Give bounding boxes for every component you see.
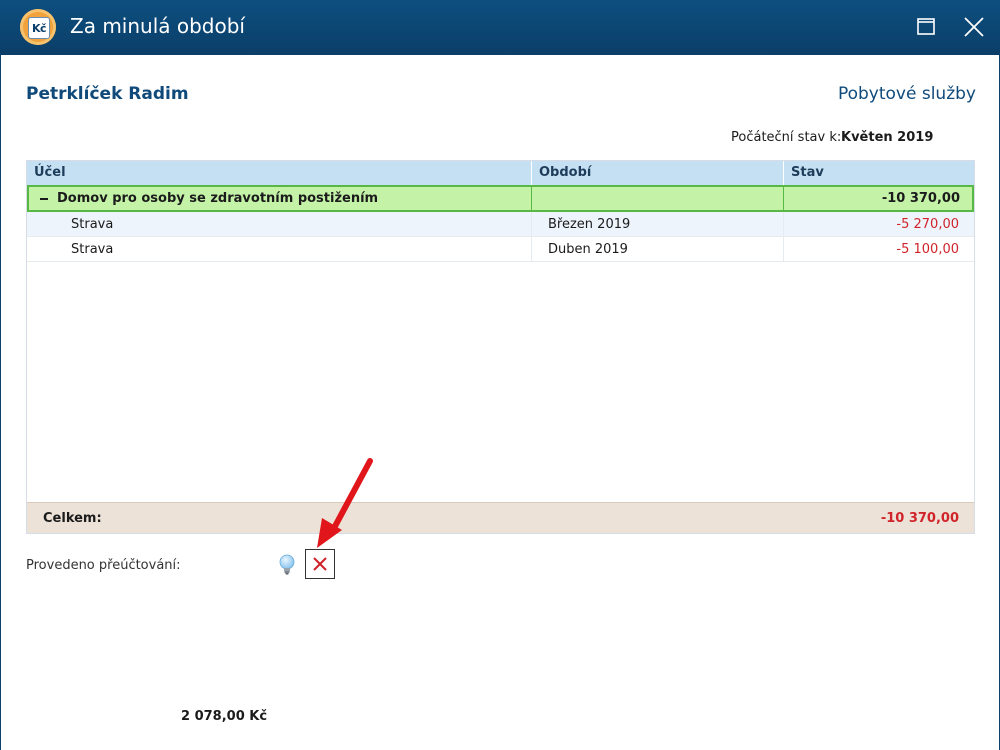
grid-footer: Celkem: -10 370,00 (27, 502, 974, 533)
rebilling-label: Provedeno přeúčtování: (26, 558, 181, 573)
window-border-left (0, 55, 1, 750)
row-period: Duben 2019 (548, 242, 628, 257)
cell-divider (783, 237, 784, 261)
table-row[interactable]: Strava Březen 2019 -5 270,00 (27, 212, 974, 237)
cell-divider (783, 187, 784, 210)
maximize-button[interactable] (912, 12, 942, 42)
rebilling-status-button[interactable] (305, 549, 335, 579)
table-row[interactable]: Strava Duben 2019 -5 100,00 (27, 237, 974, 262)
close-button[interactable] (959, 12, 989, 42)
initial-state-value: Květen 2019 (841, 130, 934, 145)
close-icon (964, 17, 984, 37)
column-header-state[interactable]: Stav (791, 161, 824, 185)
cell-divider (531, 212, 532, 236)
maximize-icon (917, 18, 935, 35)
window-title: Za minulá období (70, 14, 245, 38)
footer-total-value: -10 370,00 (880, 511, 959, 526)
row-state: -5 270,00 (896, 217, 959, 232)
row-purpose: Strava (71, 242, 114, 257)
cell-divider (531, 187, 532, 210)
group-label: Domov pro osoby se zdravotním postižením (57, 191, 379, 206)
lightbulb-icon (278, 554, 296, 576)
column-header-period[interactable]: Období (539, 161, 591, 185)
client-name: Petrklíček Radim (26, 84, 189, 104)
app-logo-icon: Kč (20, 9, 56, 45)
initial-state-label: Počáteční stav k: (731, 130, 842, 145)
group-row[interactable]: Domov pro osoby se zdravotním postižením… (27, 185, 974, 212)
window-titlebar: Kč Za minulá období (0, 0, 1000, 55)
periods-grid: Účel Období Stav Domov pro osoby se zdra… (26, 160, 975, 534)
app-logo-text: Kč (28, 17, 50, 39)
row-state: -5 100,00 (896, 242, 959, 257)
row-purpose: Strava (71, 217, 114, 232)
cell-divider (783, 212, 784, 236)
cell-divider (531, 237, 532, 261)
row-period: Březen 2019 (548, 217, 631, 232)
x-mark-icon (313, 557, 327, 571)
service-type: Pobytové služby (837, 84, 976, 104)
collapse-icon[interactable] (40, 198, 48, 200)
column-divider[interactable] (783, 161, 784, 185)
grid-header: Účel Období Stav (27, 161, 974, 185)
column-header-purpose[interactable]: Účel (34, 161, 66, 185)
footer-total-label: Celkem: (43, 511, 102, 526)
group-total: -10 370,00 (881, 191, 960, 206)
total-amount: 2 078,00 Kč (181, 709, 268, 724)
column-divider[interactable] (531, 161, 532, 185)
